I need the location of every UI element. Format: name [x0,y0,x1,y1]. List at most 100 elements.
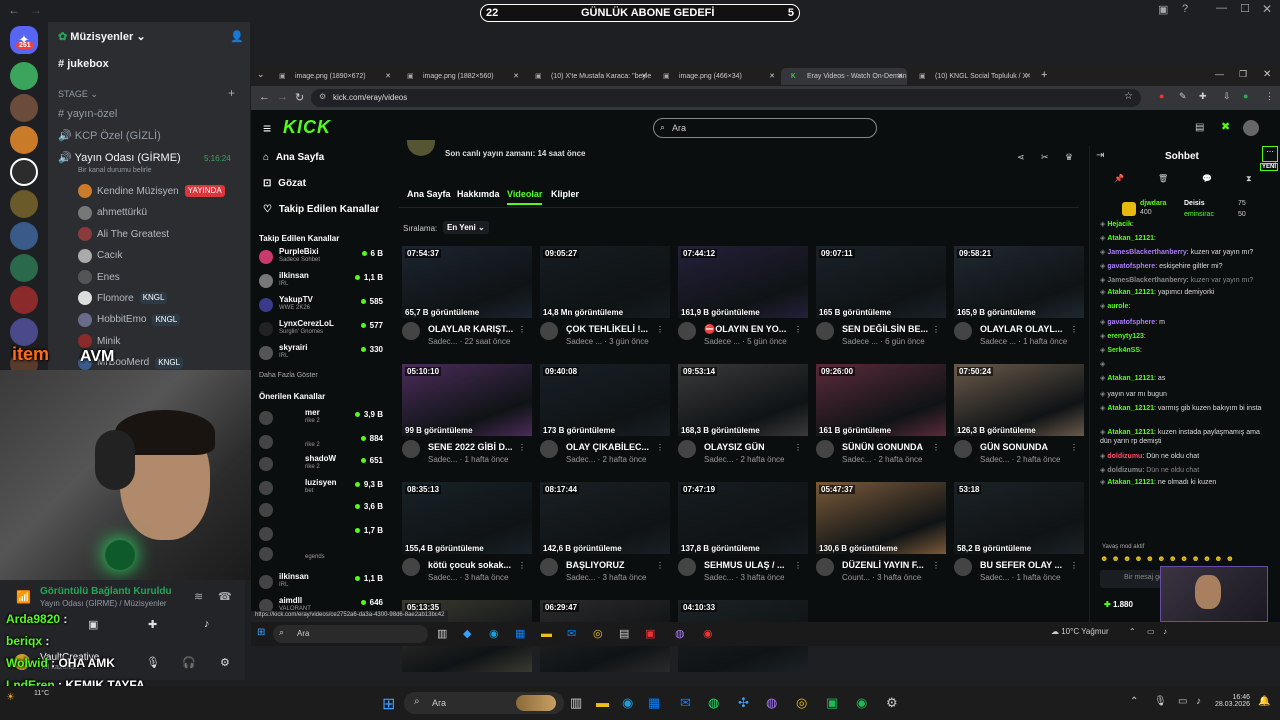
server-icon[interactable] [10,94,38,122]
chat-username[interactable]: Hejacik [1107,221,1132,228]
browser-tab[interactable]: ▣ (10) X'te Mustafa Karaca: "beyle ✕ [525,68,651,85]
server-icon[interactable] [10,318,38,346]
disconnect-icon[interactable]: ☎ [218,590,232,603]
sort-dropdown[interactable]: En Yeni ⌄ [443,221,489,234]
hamburger-menu-icon[interactable]: ≡ [263,120,271,136]
video-title[interactable]: DÜZENLİ YAYIN F... [842,560,936,570]
new-tab-icon[interactable]: + [1041,69,1047,81]
chat-username[interactable]: doldizumu [1107,453,1142,460]
inbox-icon[interactable]: ▣ [1158,3,1168,16]
channel-avatar[interactable] [816,322,834,340]
channel-avatar[interactable] [540,440,558,458]
tab-close-icon[interactable]: ✕ [1025,68,1031,85]
search-input[interactable]: ⌕ Ara [653,118,877,138]
voice-user[interactable]: ahmettürkü [78,203,147,223]
video-thumbnail[interactable]: 09:07:11 165 B görüntüleme [816,246,946,318]
video-thumbnail[interactable]: 53:18 58,2 B görüntüleme [954,482,1084,554]
video-thumbnail[interactable]: 09:58:21 165,9 B görüntüleme [954,246,1084,318]
voice-user[interactable]: Enes [78,268,120,288]
connection-title[interactable]: Görüntülü Bağlantı Kuruldu [40,586,172,597]
app-icon[interactable]: ▣ [645,627,655,641]
more-options-icon[interactable]: ⋮ [794,561,802,570]
leader-name[interactable]: djwdara [1140,200,1166,207]
settings-icon[interactable]: ⚙ [220,656,230,669]
more-options-icon[interactable]: ⋮ [794,443,802,452]
voice-user[interactable]: HobbitEmo KNGL [78,310,181,330]
task-view-icon[interactable]: ▥ [570,696,582,710]
kick-coin-icon[interactable]: ✖ [1221,120,1230,133]
pin-icon[interactable]: 📌 [1114,174,1124,183]
app-icon[interactable]: ◉ [703,627,713,641]
maximize-icon[interactable]: ☐ [1240,2,1250,15]
video-title[interactable]: BU SEFER OLAY ... [980,560,1074,570]
chat-username[interactable]: gavatofsphere [1107,263,1155,270]
video-title[interactable]: SÜNÜN GONUNDA [842,442,936,452]
profile-icon[interactable]: ● [1243,91,1248,101]
notification-bell-icon[interactable]: 🔔 [1258,696,1270,707]
profile-tab[interactable]: Klipler [551,189,579,203]
task-view-icon[interactable]: ▥ [437,627,447,641]
windows-start-icon[interactable]: ⊞ [382,694,395,714]
video-title[interactable]: OLAY ÇIKABİLEC... [566,442,660,452]
activity-icon[interactable]: ✚ [148,618,157,631]
nav-home[interactable]: ⌂ Ana Sayfa [263,152,324,163]
more-options-icon[interactable]: ⋮ [932,325,940,334]
server-header[interactable]: ✿ Müzisyenler ⌄ [58,30,146,43]
whatsapp-icon[interactable]: ◍ [708,696,719,710]
app-icon[interactable]: ✣ [738,696,749,710]
channel-points[interactable]: ✚ 1.880 [1104,600,1133,609]
channel-jukebox[interactable]: # jukebox [58,54,109,74]
more-options-icon[interactable]: ⋮ [1070,325,1078,334]
chrome-icon[interactable]: ◎ [796,696,807,710]
browser-menu-icon[interactable]: ⋮ [1265,91,1274,102]
voice-user[interactable]: Flomore KNGL [78,289,168,309]
server-icon[interactable] [10,254,38,282]
network-icon[interactable]: ▭ [1147,627,1155,636]
chat-username[interactable]: Atakan_12121 [1107,479,1154,486]
kick-logo[interactable]: KICK [283,117,331,138]
chat-username[interactable]: Atakan_12121 [1107,289,1154,296]
video-title[interactable]: kötü çocuk sokak... [428,560,522,570]
share-icon[interactable]: ⋖ [1017,152,1025,163]
more-options-icon[interactable]: ⋮ [656,561,664,570]
chat-bubble-icon[interactable]: 💬 [1202,174,1212,183]
mail-icon[interactable]: ✉ [567,627,576,641]
browser-close-icon[interactable]: ✕ [1263,69,1271,80]
store-icon[interactable]: ▦ [515,627,525,641]
profile-tab[interactable]: Hakkımda [457,189,500,203]
app-icon[interactable]: ▤ [619,627,629,641]
channel-avatar[interactable] [954,322,972,340]
profile-tab[interactable]: Ana Sayfa [407,189,451,203]
chat-username[interactable]: erenyty123 [1107,333,1144,340]
browser-tab[interactable]: ▣ image.png (466×34) ✕ [653,68,779,85]
extensions-puzzle-icon[interactable]: ✚ [1199,91,1207,102]
clock[interactable]: 16:46 28.03.2026 [1214,694,1250,708]
settings-icon[interactable]: ⚙ [886,696,898,710]
channel-kcp-ozel[interactable]: 🔊 KCP Özel (GİZLİ) [58,126,161,146]
browser-minimize-icon[interactable]: — [1215,69,1224,79]
minimize-icon[interactable]: — [1216,2,1227,14]
headset-icon[interactable]: 🎧 [182,656,196,669]
show-more-link[interactable]: Daha Fazla Göster [259,372,318,379]
channel-yayin-ozel[interactable]: # yayın-özel [58,104,117,124]
video-thumbnail[interactable]: 07:47:19 137,8 B görüntüleme [678,482,808,554]
video-card[interactable]: 07:54:37 65,7 B görüntüleme OLAYLAR KARIŞT… [402,246,532,354]
leader-name[interactable]: Deisis [1184,200,1205,207]
video-card[interactable]: 53:18 58,2 B görüntüleme BU SEFER OLAY ...… [954,482,1084,590]
profile-tab[interactable]: Videolar [507,189,543,205]
video-card[interactable]: 09:58:21 165,9 B görüntüleme OLAYLAR OLAYL… [954,246,1084,354]
microphone-icon[interactable]: 🎙 [146,656,160,669]
tab-close-icon[interactable]: ✕ [769,68,775,85]
reload-icon[interactable]: ↻ [295,91,304,104]
video-thumbnail[interactable]: 09:05:27 14,8 Mn görüntüleme [540,246,670,318]
recommended-channel[interactable]: luzisyen bet 9,3 B [259,478,383,500]
speaker-icon[interactable]: ♪ [1163,627,1167,636]
video-thumbnail[interactable]: 09:40:08 173 B görüntüleme [540,364,670,436]
channel-avatar[interactable] [402,558,420,576]
folder-icon[interactable]: ▬ [596,696,609,710]
channel-avatar[interactable] [816,440,834,458]
tray-chevron-icon[interactable]: ⌃ [1130,696,1138,707]
chat-username[interactable]: JamesBlackerthanberry [1107,249,1186,256]
forward-icon[interactable]: → [277,91,288,103]
voice-channel[interactable]: 🔊 Yayın Odası (GİRME) [58,148,181,168]
